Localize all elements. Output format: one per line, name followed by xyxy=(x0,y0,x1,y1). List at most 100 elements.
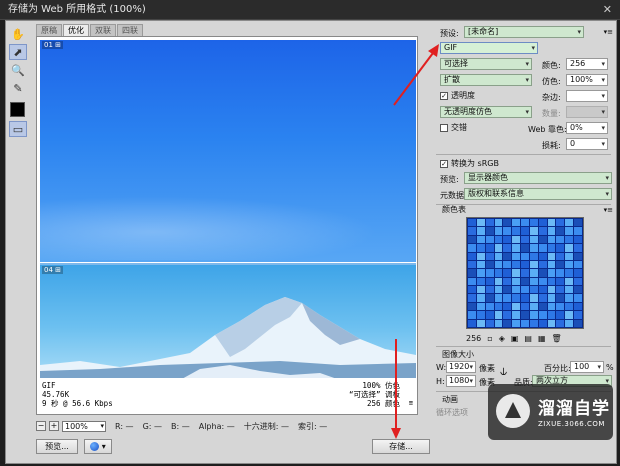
color-swatch[interactable] xyxy=(521,286,529,294)
color-swatch[interactable] xyxy=(565,311,574,319)
color-swatch[interactable] xyxy=(538,252,547,260)
color-swatch[interactable] xyxy=(468,277,476,286)
color-swatch[interactable] xyxy=(476,252,485,260)
color-swatch[interactable] xyxy=(556,235,565,244)
color-swatch[interactable] xyxy=(468,219,476,227)
lock-color-icon[interactable]: ▣ xyxy=(511,334,519,343)
color-swatch[interactable] xyxy=(565,235,574,244)
eyedropper-color-swatch[interactable] xyxy=(10,102,25,117)
color-swatch[interactable] xyxy=(476,294,485,302)
color-swatch[interactable] xyxy=(494,219,503,227)
color-swatch[interactable] xyxy=(565,302,574,311)
color-swatch[interactable] xyxy=(529,302,538,311)
save-button[interactable]: 存储... xyxy=(372,439,430,454)
color-swatch[interactable] xyxy=(529,319,538,327)
color-swatch[interactable] xyxy=(556,319,565,327)
color-swatch[interactable] xyxy=(538,319,547,327)
dither-algorithm-select[interactable]: 扩散 xyxy=(440,74,532,86)
color-swatch[interactable] xyxy=(512,294,521,302)
color-swatch[interactable] xyxy=(468,319,476,327)
color-swatch[interactable] xyxy=(574,302,582,311)
color-swatch[interactable] xyxy=(574,294,582,302)
color-swatch[interactable] xyxy=(485,235,494,244)
color-swatch[interactable] xyxy=(556,294,565,302)
color-swatch[interactable] xyxy=(512,269,521,277)
color-swatch[interactable] xyxy=(529,311,538,319)
color-swatch[interactable] xyxy=(538,294,547,302)
color-swatch[interactable] xyxy=(538,311,547,319)
color-swatch[interactable] xyxy=(574,269,582,277)
color-swatch[interactable] xyxy=(538,260,547,269)
color-swatch[interactable] xyxy=(547,302,556,311)
transparency-row[interactable]: ✓ 透明度 xyxy=(440,90,475,101)
color-swatch[interactable] xyxy=(485,319,494,327)
color-swatch[interactable] xyxy=(476,286,485,294)
color-swatch[interactable] xyxy=(574,311,582,319)
color-swatch[interactable] xyxy=(468,294,476,302)
color-swatch[interactable] xyxy=(512,244,521,252)
color-swatch[interactable] xyxy=(574,244,582,252)
close-icon[interactable]: ✕ xyxy=(603,0,612,20)
hand-tool-icon[interactable]: ✋ xyxy=(9,26,27,42)
preview-mode-select[interactable]: 显示器颜色 xyxy=(464,172,612,184)
color-swatch[interactable] xyxy=(512,260,521,269)
color-swatch[interactable] xyxy=(529,269,538,277)
metadata-select[interactable]: 版权和联系信息 xyxy=(464,188,612,200)
color-swatch[interactable] xyxy=(512,319,521,327)
color-table-menu-icon[interactable]: ▾≡ xyxy=(604,206,613,214)
web-shift-icon[interactable]: ◈ xyxy=(499,334,505,343)
color-swatch[interactable] xyxy=(468,311,476,319)
color-swatch[interactable] xyxy=(503,260,512,269)
color-swatch[interactable] xyxy=(485,286,494,294)
color-swatch[interactable] xyxy=(565,244,574,252)
color-swatch[interactable] xyxy=(476,302,485,311)
color-swatch[interactable] xyxy=(556,311,565,319)
color-swatch[interactable] xyxy=(547,235,556,244)
color-swatch[interactable] xyxy=(547,294,556,302)
color-swatch[interactable] xyxy=(556,286,565,294)
color-swatch[interactable] xyxy=(556,260,565,269)
color-swatch[interactable] xyxy=(521,277,529,286)
lossy-select[interactable]: 0 xyxy=(566,138,608,150)
color-swatch[interactable] xyxy=(485,277,494,286)
color-swatch[interactable] xyxy=(485,294,494,302)
percent-input[interactable]: 100 xyxy=(570,361,604,373)
color-swatch[interactable] xyxy=(574,260,582,269)
color-swatch[interactable] xyxy=(503,319,512,327)
convert-srgb-checkbox[interactable]: ✓ xyxy=(440,159,448,168)
color-swatch[interactable] xyxy=(485,311,494,319)
color-swatch[interactable] xyxy=(485,302,494,311)
color-swatch[interactable] xyxy=(494,286,503,294)
color-swatch[interactable] xyxy=(556,219,565,227)
color-swatch[interactable] xyxy=(485,269,494,277)
tab-original[interactable]: 原稿 xyxy=(36,24,62,36)
interlaced-row[interactable]: 交错 xyxy=(440,122,467,133)
color-swatch[interactable] xyxy=(521,244,529,252)
color-swatch[interactable] xyxy=(529,277,538,286)
color-swatch[interactable] xyxy=(538,269,547,277)
color-swatch[interactable] xyxy=(521,235,529,244)
color-swatch[interactable] xyxy=(556,302,565,311)
color-swatch[interactable] xyxy=(503,269,512,277)
color-swatch[interactable] xyxy=(512,286,521,294)
color-swatch[interactable] xyxy=(565,227,574,235)
color-swatch[interactable] xyxy=(565,277,574,286)
color-swatch[interactable] xyxy=(485,252,494,260)
eyedropper-tool-icon[interactable]: ✎ xyxy=(9,80,27,96)
color-swatch[interactable] xyxy=(547,269,556,277)
matte-select[interactable] xyxy=(566,90,608,102)
color-swatch[interactable] xyxy=(529,227,538,235)
color-table[interactable] xyxy=(466,217,584,329)
color-swatch[interactable] xyxy=(538,227,547,235)
color-swatch[interactable] xyxy=(476,219,485,227)
color-swatch[interactable] xyxy=(565,252,574,260)
image-preview[interactable]: 01 ⊞ 04 ⊞ GIF 45.76K 9 秒 @ 56.6 Kbps 100… xyxy=(36,36,418,415)
zoom-in-button[interactable]: + xyxy=(49,421,59,431)
zoom-tool-icon[interactable]: 🔍 xyxy=(9,62,27,78)
color-swatch[interactable] xyxy=(503,219,512,227)
color-swatch[interactable] xyxy=(494,311,503,319)
color-swatch[interactable] xyxy=(529,244,538,252)
color-swatch[interactable] xyxy=(521,269,529,277)
color-swatch[interactable] xyxy=(476,277,485,286)
color-swatch[interactable] xyxy=(574,252,582,260)
